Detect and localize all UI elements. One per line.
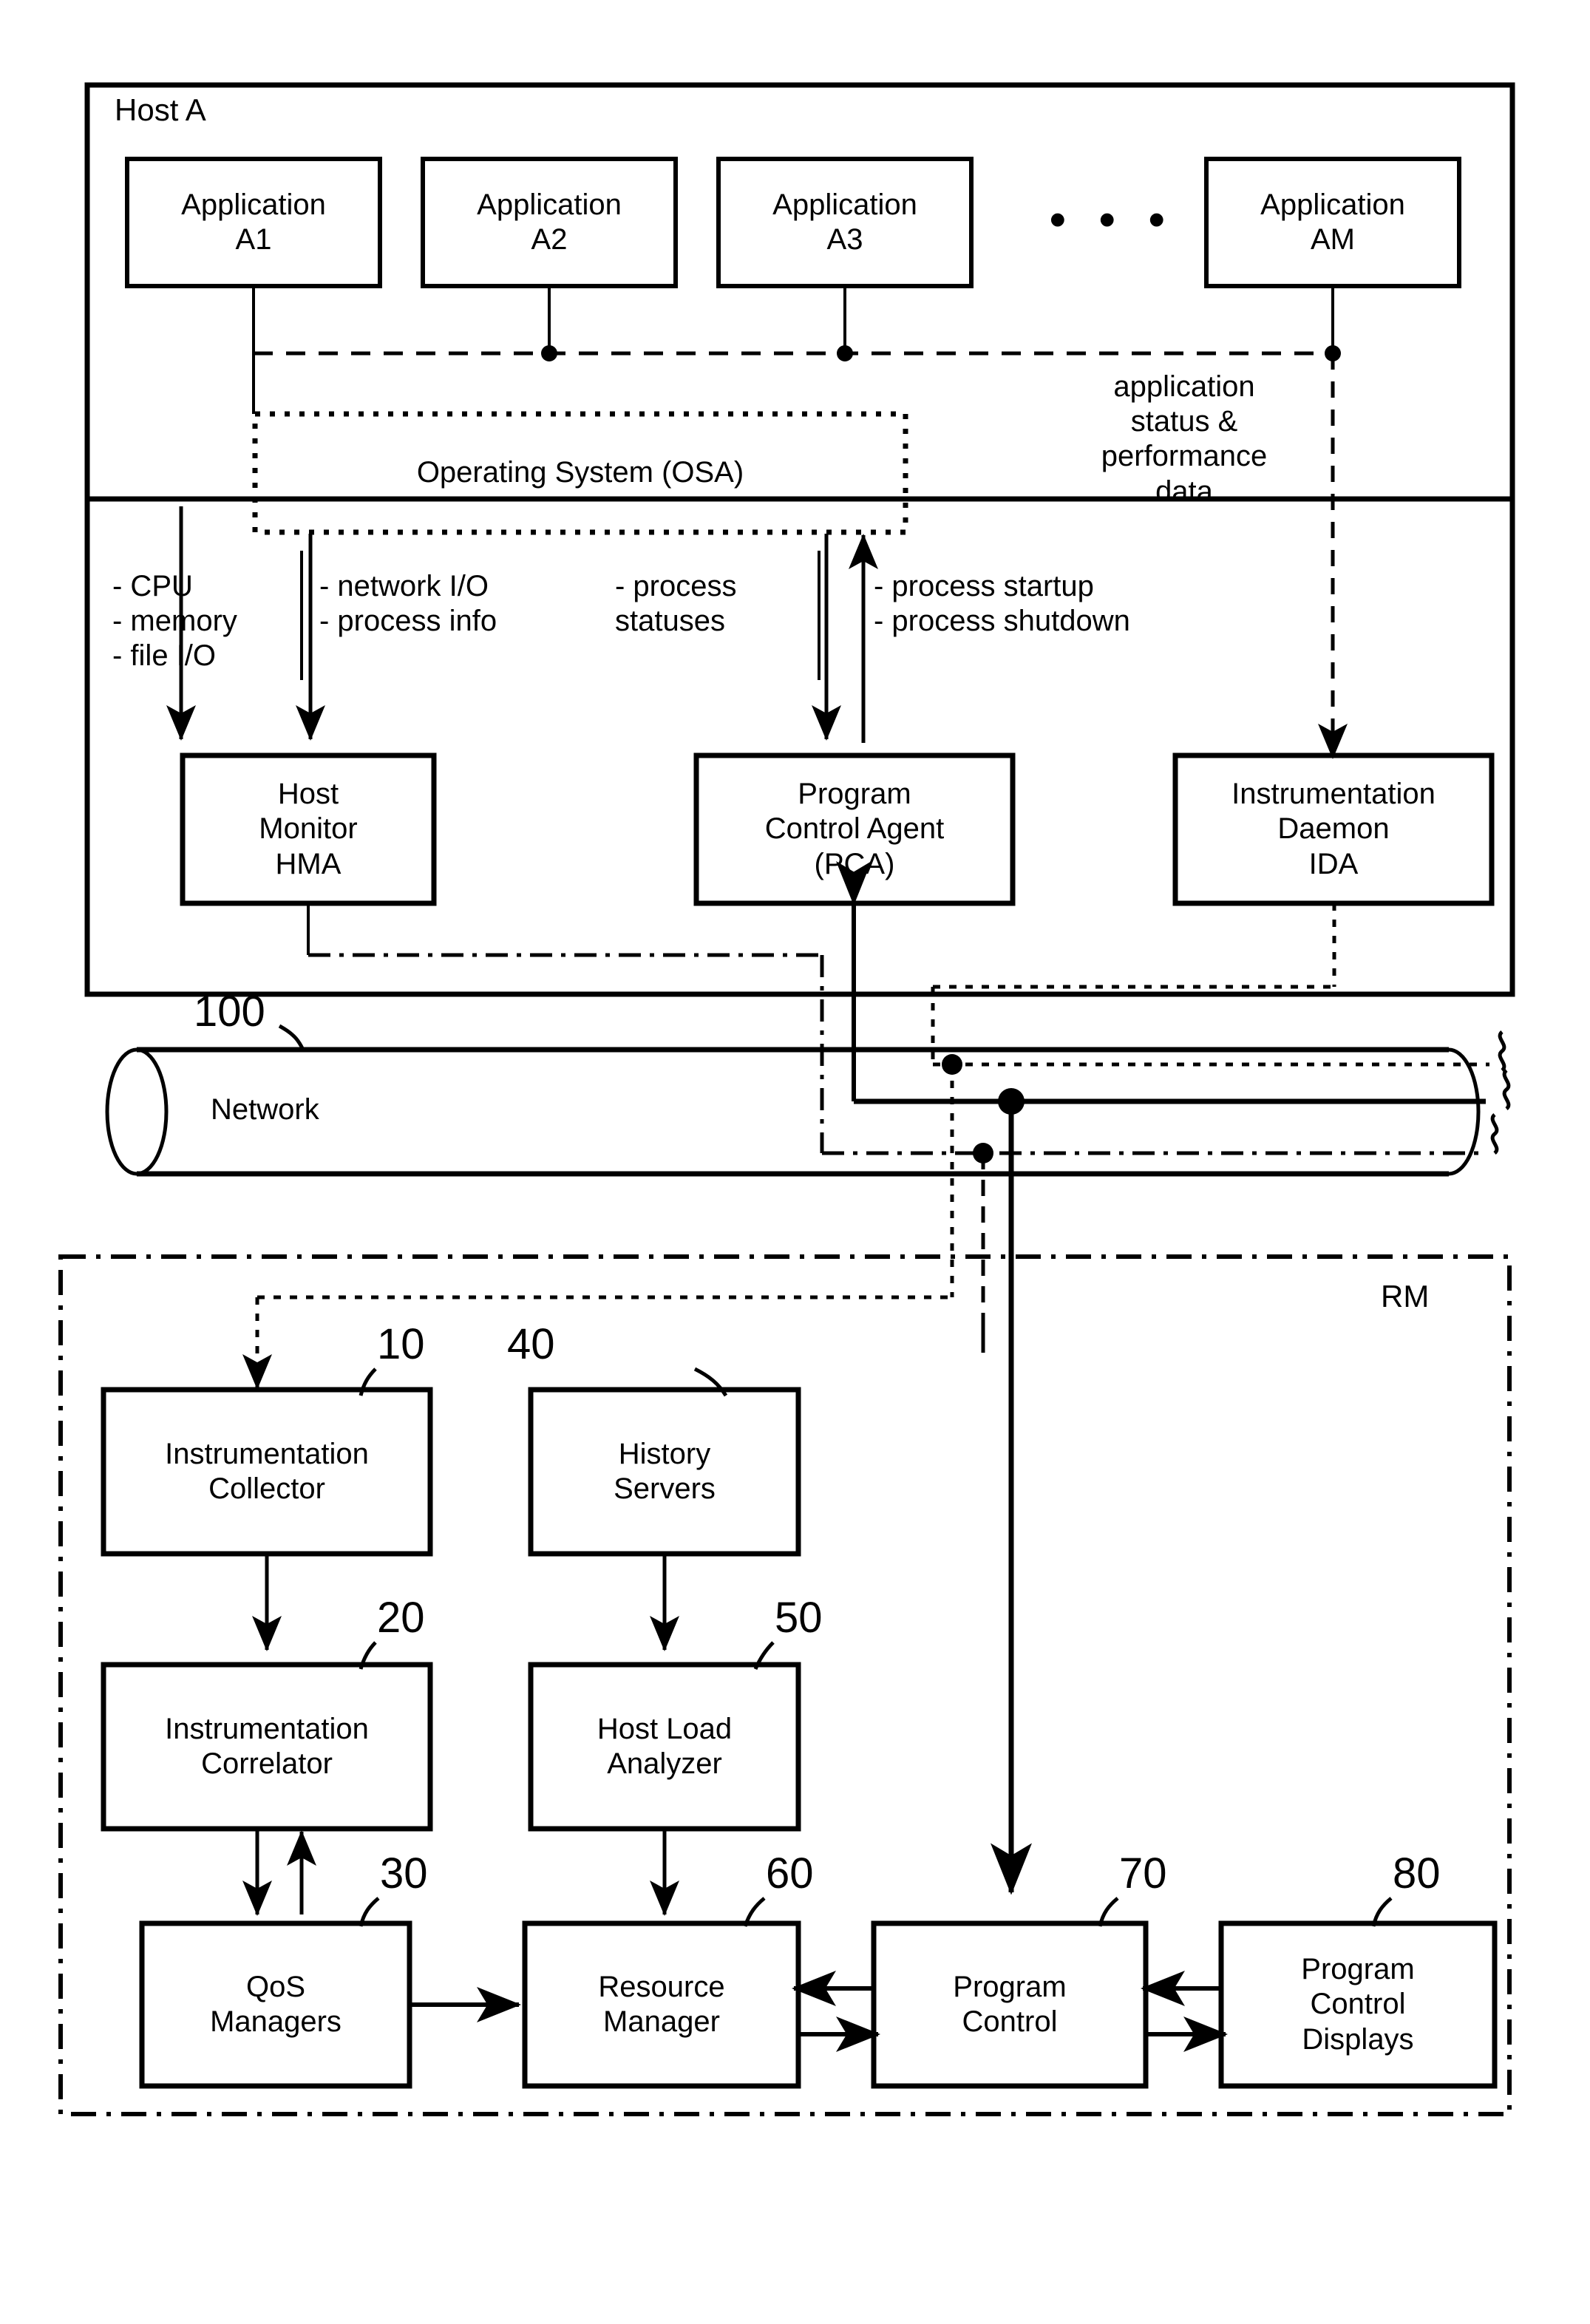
annotation-app-status: application status & performance data xyxy=(1101,370,1268,508)
rm-label: RM xyxy=(1381,1279,1430,1314)
annotation-network-io: - network I/O - process info xyxy=(319,570,497,638)
resource-manager-box xyxy=(522,1920,801,2089)
host-monitor-box xyxy=(180,752,437,906)
figure-canvas: Host A RM Application A1 Application A2 … xyxy=(0,0,1590,2324)
ref-40: 40 xyxy=(507,1320,555,1368)
ref-80: 80 xyxy=(1393,1849,1441,1897)
annotation-process-control: - process startup - process shutdown xyxy=(874,570,1130,638)
program-control-displays-box xyxy=(1218,1920,1498,2089)
network-ref-100: 100 xyxy=(194,988,265,1036)
host-a-label: Host A xyxy=(115,92,206,127)
history-servers-box xyxy=(528,1387,801,1557)
instrumentation-collector-box xyxy=(101,1387,433,1557)
os-box xyxy=(252,411,908,535)
rm-frame xyxy=(58,1254,1512,2116)
host-a-outer xyxy=(84,82,1515,997)
ref-50: 50 xyxy=(775,1594,823,1642)
app-a3-box xyxy=(716,157,974,288)
instrumentation-correlator-box xyxy=(101,1662,433,1832)
app-a1-box xyxy=(125,157,382,288)
diagram-vector-layer xyxy=(58,82,1515,2116)
annotation-process-statuses: - process statuses xyxy=(615,570,737,638)
ref-20: 20 xyxy=(377,1594,425,1642)
annotation-resources: - CPU - memory - file I/O xyxy=(112,570,237,673)
ellipsis-icon: • • • xyxy=(1050,194,1175,245)
qos-managers-box xyxy=(139,1920,412,2089)
ref-70: 70 xyxy=(1119,1849,1167,1897)
app-a2-box xyxy=(421,157,678,288)
host-load-analyzer-box xyxy=(528,1662,801,1832)
ref-60: 60 xyxy=(766,1849,814,1897)
pca-box xyxy=(693,752,1016,906)
ref-10: 10 xyxy=(377,1320,425,1368)
ref-30: 30 xyxy=(380,1849,428,1897)
ida-box xyxy=(1172,752,1495,906)
host-a-frame xyxy=(84,82,1515,502)
app-am-box xyxy=(1204,157,1461,288)
program-control-box xyxy=(871,1920,1149,2089)
network-label: Network xyxy=(211,1093,319,1126)
